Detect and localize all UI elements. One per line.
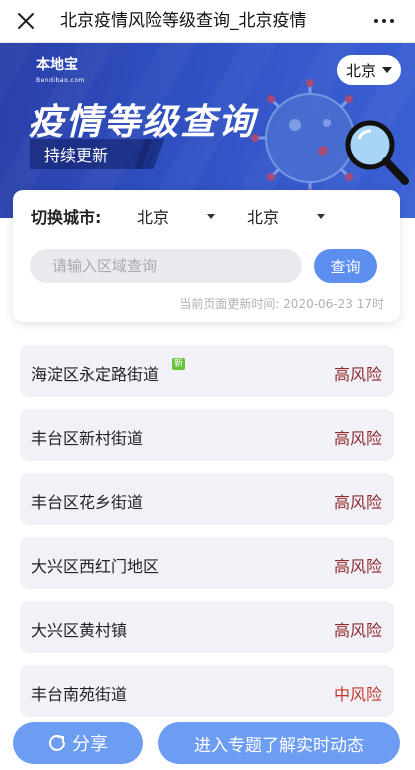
list-item[interactable]: 大兴区西红门地区 高风险 <box>20 537 394 589</box>
share-label: 分享 <box>72 734 108 755</box>
chevron-down-icon <box>317 213 326 219</box>
list-item[interactable]: 丰台区新村街道 高风险 <box>20 409 394 461</box>
page-title: 北京疫情风险等级查询_北京疫情 <box>60 11 307 31</box>
risk-level: 高风险 <box>333 621 382 640</box>
share-icon <box>49 734 65 751</box>
share-button[interactable]: 分享 <box>13 722 143 764</box>
query-button[interactable]: 查询 <box>314 249 377 283</box>
switch-city-label: 切换城市: <box>31 208 102 227</box>
logo-text: 本地宝 <box>36 57 78 73</box>
more-dot-icon <box>390 19 394 23</box>
enter-topic-button[interactable]: 进入专题了解实时动态 <box>158 722 400 764</box>
risk-level: 高风险 <box>333 365 382 384</box>
risk-level: 高风险 <box>333 493 382 512</box>
city-badge-label: 北京 <box>345 61 376 80</box>
more-options-button[interactable] <box>367 6 401 36</box>
province-select[interactable]: 北京 <box>137 204 216 228</box>
area-name: 海淀区永定路街道 <box>31 365 160 384</box>
title-bar: 北京疫情风险等级查询_北京疫情 <box>0 0 415 43</box>
city-selector-badge[interactable]: 北京 <box>337 55 401 85</box>
list-item[interactable]: 大兴区黄村镇 高风险 <box>20 601 394 653</box>
area-search-input[interactable] <box>30 249 302 283</box>
area-name: 大兴区西红门地区 <box>31 557 160 576</box>
more-dot-icon <box>374 19 378 23</box>
more-dot-icon <box>382 19 386 23</box>
list-item[interactable]: 海淀区永定路街道 新 高风险 <box>20 345 394 397</box>
logo-subtext: Bendibao.com <box>36 77 85 84</box>
area-name: 大兴区黄村镇 <box>31 621 128 640</box>
chevron-down-icon <box>382 67 392 73</box>
chevron-down-icon <box>207 213 216 219</box>
area-name: 丰台南苑街道 <box>31 685 128 704</box>
area-name: 丰台区花乡街道 <box>31 493 144 512</box>
update-time: 当前页面更新时间: 2020-06-23 17时 <box>179 297 384 311</box>
risk-level: 中风险 <box>333 685 382 704</box>
city-select[interactable]: 北京 <box>247 204 326 228</box>
city-value: 北京 <box>247 208 280 227</box>
close-icon <box>18 13 34 29</box>
banner-title: 疫情等级查询 <box>28 102 257 143</box>
risk-level: 高风险 <box>333 429 382 448</box>
area-name: 丰台区新村街道 <box>31 429 144 448</box>
new-badge: 新 <box>172 358 186 370</box>
province-value: 北京 <box>137 208 170 227</box>
list-item[interactable]: 丰台区花乡街道 高风险 <box>20 473 394 525</box>
close-button[interactable] <box>10 5 42 37</box>
search-card: 切换城市: 北京 北京 查询 当前页面更新时间: 2020-06-23 17时 <box>13 190 400 322</box>
brand-logo: 本地宝 Bendibao.com <box>36 57 85 89</box>
risk-level: 高风险 <box>333 557 382 576</box>
list-item[interactable]: 丰台南苑街道 中风险 <box>20 665 394 717</box>
